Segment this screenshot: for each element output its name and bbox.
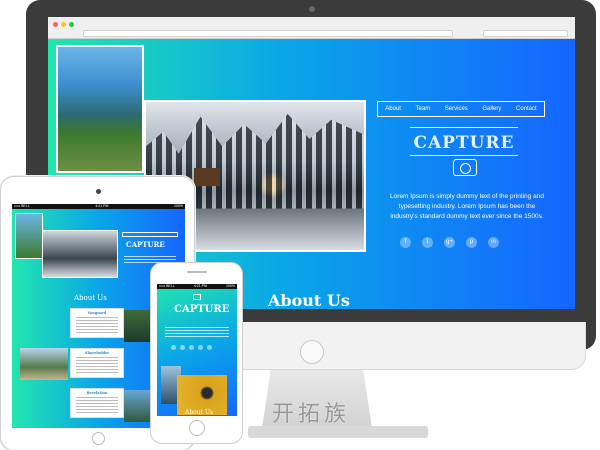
- google-plus-icon[interactable]: g+: [444, 237, 455, 248]
- battery-label: 100%: [174, 204, 183, 208]
- about-card[interactable]: Shareholder: [70, 348, 124, 378]
- watermark: 开拓族: [272, 402, 351, 427]
- card-title: Vanguard: [87, 311, 107, 315]
- phone-status-bar: ••••• BELL 4:21 PM 100%: [157, 284, 237, 289]
- social-links: f t g+ p in: [400, 237, 499, 248]
- nav-gallery[interactable]: Gallery: [482, 106, 501, 112]
- cabin-graphic: [194, 168, 220, 186]
- twitter-icon[interactable]: t: [422, 237, 433, 248]
- about-heading: About Us: [185, 409, 214, 416]
- aerial-photo: [56, 45, 144, 173]
- nav-about[interactable]: About: [385, 106, 401, 112]
- camera-icon: [453, 159, 477, 176]
- gallery-photo: [20, 348, 68, 380]
- brand-rule-bottom: [410, 155, 518, 156]
- maximize-window-icon[interactable]: [69, 22, 74, 27]
- home-button[interactable]: [189, 420, 205, 436]
- phone-screen: ••••• BELL 4:21 PM 100% CAPTURE About Us: [157, 284, 237, 416]
- pinterest-icon[interactable]: p: [466, 237, 477, 248]
- hero-description: Lorem Ipsum is simply dummy text of the …: [390, 193, 544, 220]
- clock-label: 4:21 PM: [95, 204, 109, 208]
- home-button[interactable]: [92, 432, 105, 445]
- hero-description: [165, 327, 229, 339]
- google-plus-icon[interactable]: [189, 345, 194, 350]
- social-links: [171, 345, 212, 350]
- browser-toolbar: [48, 17, 575, 39]
- nav-services[interactable]: Services: [445, 106, 468, 112]
- twitter-icon[interactable]: [180, 345, 185, 350]
- snowy-cabin-photo: [42, 230, 118, 278]
- card-title: Shareholder: [84, 351, 110, 355]
- about-heading: About Us: [268, 291, 350, 309]
- tablet-status-bar: ••••• BELL 4:21 PM 100%: [12, 204, 185, 209]
- card-title: Revelation: [86, 391, 108, 395]
- clock-label: 4:21 PM: [193, 284, 207, 288]
- facebook-icon[interactable]: [171, 345, 176, 350]
- brand-title: CAPTURE: [174, 304, 230, 315]
- about-card[interactable]: Vanguard: [70, 308, 124, 338]
- brand-title: CAPTURE: [126, 240, 165, 249]
- close-window-icon[interactable]: [53, 22, 58, 27]
- tablet-camera: [96, 189, 101, 194]
- nav-team[interactable]: Team: [416, 106, 431, 112]
- camera-dot: [309, 6, 315, 12]
- pinterest-icon[interactable]: [198, 345, 203, 350]
- carrier-label: ••••• BELL: [14, 204, 30, 208]
- main-nav[interactable]: [122, 232, 178, 237]
- brand-title: CAPTURE: [413, 133, 515, 153]
- phone-device: ••••• BELL 4:21 PM 100% CAPTURE About Us: [150, 262, 243, 444]
- about-card[interactable]: Revelation: [70, 388, 124, 418]
- facebook-icon[interactable]: f: [400, 237, 411, 248]
- linkedin-icon[interactable]: [207, 345, 212, 350]
- browser-search-bar[interactable]: [483, 30, 568, 37]
- main-nav: About Team Services Gallery Contact: [377, 101, 545, 117]
- nav-contact[interactable]: Contact: [516, 106, 537, 112]
- devices-mockup: About Team Services Gallery Contact CAPT…: [0, 0, 600, 450]
- hamburger-menu-icon[interactable]: [193, 294, 201, 300]
- address-bar[interactable]: [83, 30, 453, 37]
- battery-label: 100%: [226, 284, 235, 288]
- linkedin-icon[interactable]: in: [488, 237, 499, 248]
- about-heading: About Us: [74, 294, 107, 302]
- minimize-window-icon[interactable]: [61, 22, 66, 27]
- aerial-photo: [15, 213, 43, 259]
- brand-rule-top: [410, 127, 518, 128]
- carrier-label: ••••• BELL: [159, 284, 175, 288]
- monitor-logo-icon: [300, 340, 324, 364]
- phone-speaker: [187, 271, 207, 273]
